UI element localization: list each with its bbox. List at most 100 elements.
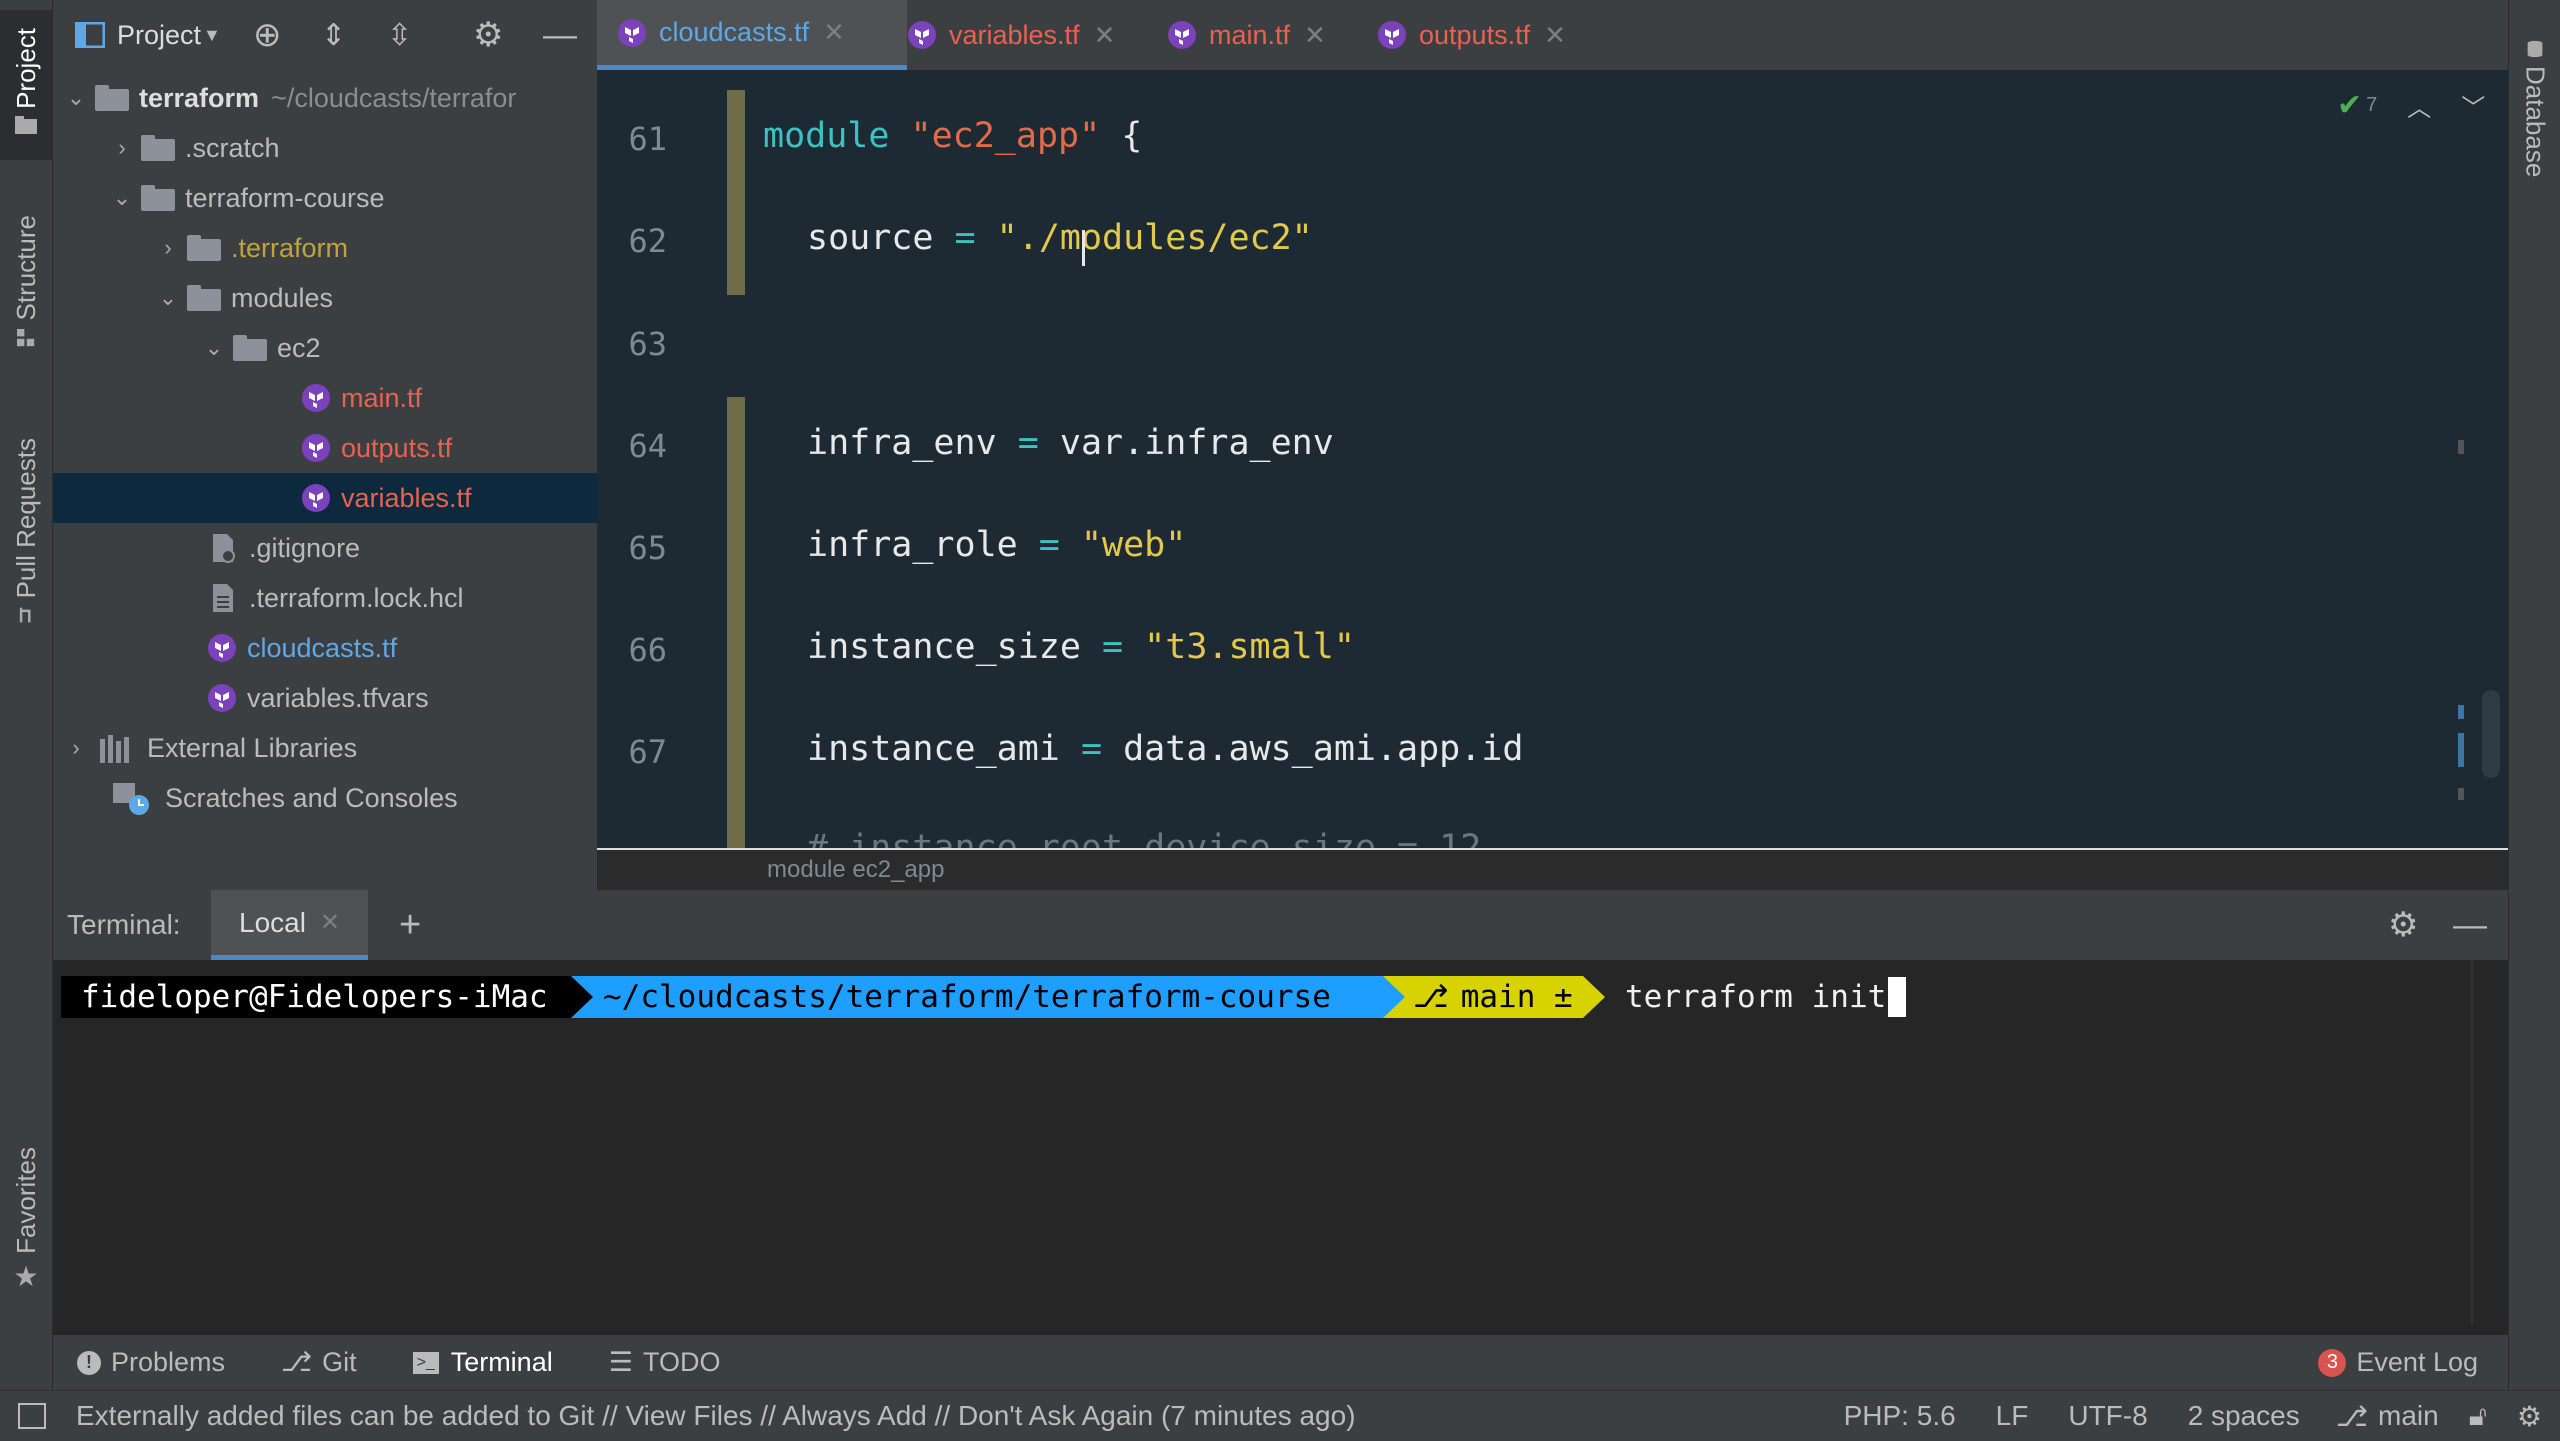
- expand-all-icon[interactable]: ⇕: [321, 18, 346, 53]
- settings-icon[interactable]: ⚙: [2517, 1400, 2542, 1433]
- code-editor[interactable]: ✔ 7 ︿ ﹀ 61 62 63 64 65 66 67 module "ec2…: [597, 70, 2508, 848]
- notification-badge: 3: [2318, 1348, 2347, 1377]
- chevron-down-icon[interactable]: ⌄: [155, 285, 181, 311]
- tree-item-cloudcasts-tf[interactable]: cloudcasts.tf: [53, 623, 597, 673]
- tree-item-dot-terraform[interactable]: › .terraform: [53, 223, 597, 273]
- tree-item-terraform[interactable]: ⌄ terraform ~/cloudcasts/terrafor: [53, 73, 597, 123]
- close-icon[interactable]: ✕: [823, 17, 845, 48]
- database-tool-tab[interactable]: Database: [2509, 15, 2560, 195]
- terraform-file-icon: [302, 384, 330, 412]
- file-encoding[interactable]: UTF-8: [2068, 1400, 2147, 1432]
- terminal-scrollbar[interactable]: [2471, 960, 2473, 1325]
- code-line-61: module "ec2_app" {: [763, 116, 1143, 156]
- tree-item-label: .scratch: [185, 132, 280, 163]
- lock-icon[interactable]: 🔓︎: [2469, 1400, 2487, 1433]
- editor-area: cloudcasts.tf ✕ variables.tf ✕ main.tf ✕…: [597, 0, 2508, 892]
- tree-item-scratch[interactable]: › .scratch: [53, 123, 597, 173]
- prompt-separator-icon: [1583, 976, 1605, 1018]
- panel-toggle-icon[interactable]: [18, 1403, 46, 1429]
- chevron-right-icon[interactable]: ›: [109, 135, 135, 161]
- tab-label: main.tf: [1209, 19, 1291, 50]
- tree-item-scratches[interactable]: Scratches and Consoles: [53, 773, 597, 823]
- gear-icon[interactable]: ⚙: [2388, 905, 2418, 945]
- structure-icon: [17, 328, 35, 346]
- status-message[interactable]: Externally added files can be added to G…: [76, 1400, 1356, 1432]
- branch-icon: ⎇: [281, 1347, 313, 1377]
- locate-icon[interactable]: ⊕: [253, 15, 282, 55]
- chevron-down-icon[interactable]: ⌄: [63, 85, 89, 111]
- scroll-marker: [2458, 788, 2464, 800]
- new-terminal-icon[interactable]: +: [399, 904, 421, 947]
- tool-label: TODO: [642, 1347, 721, 1377]
- line-number: 61: [628, 120, 667, 158]
- chevron-down-icon[interactable]: ⌄: [201, 335, 227, 361]
- chevron-up-icon[interactable]: ︿: [2407, 88, 2431, 123]
- tree-item-main-tf[interactable]: main.tf: [53, 373, 597, 423]
- collapse-all-icon[interactable]: ⇳: [387, 18, 412, 53]
- terminal-header: Terminal: Local ✕ + ⚙ —: [53, 890, 2508, 960]
- scroll-marker: [2458, 440, 2464, 454]
- chevron-right-icon[interactable]: ›: [63, 735, 89, 761]
- prompt-user-segment: fideloper@Fidelopers-iMac: [61, 976, 571, 1018]
- tab-main-tf[interactable]: main.tf ✕: [1167, 0, 1326, 70]
- tree-item-label: External Libraries: [147, 732, 358, 763]
- code-line-65: infra_role = "web": [807, 525, 1187, 565]
- chevron-right-icon[interactable]: ›: [155, 235, 181, 261]
- status-bar: Externally added files can be added to G…: [0, 1390, 2560, 1441]
- git-tool-button[interactable]: ⎇ Git: [281, 1347, 357, 1378]
- tree-item-label: ec2: [277, 332, 321, 363]
- tree-item-modules[interactable]: ⌄ modules: [53, 273, 597, 323]
- structure-tool-tab[interactable]: Structure: [0, 195, 52, 375]
- pull-requests-tool-tab[interactable]: Pull Requests: [0, 415, 52, 655]
- terminal-output[interactable]: fideloper@Fidelopers-iMac ~/cloudcasts/t…: [53, 960, 2508, 1335]
- line-number: 67: [628, 733, 667, 771]
- tab-cloudcasts-tf[interactable]: cloudcasts.tf ✕: [597, 0, 907, 70]
- close-icon[interactable]: ✕: [1094, 20, 1116, 51]
- tree-item-terraform-course[interactable]: ⌄ terraform-course: [53, 173, 597, 223]
- tool-label: Event Log: [2356, 1347, 2478, 1377]
- tree-item-variables-tf[interactable]: variables.tf: [53, 473, 597, 523]
- chevron-down-icon[interactable]: ⌄: [109, 185, 135, 211]
- problems-tool-button[interactable]: ! Problems: [77, 1347, 225, 1378]
- project-tool-label: Project: [10, 27, 41, 109]
- chevron-down-icon[interactable]: ﹀: [2461, 88, 2485, 123]
- project-view-selector[interactable]: Project: [117, 20, 201, 51]
- tree-item-variables-tfvars[interactable]: variables.tfvars: [53, 673, 597, 723]
- tab-outputs-tf[interactable]: outputs.tf ✕: [1377, 0, 1566, 70]
- tree-item-path: ~/cloudcasts/terrafor: [271, 82, 517, 113]
- libraries-icon: [100, 735, 129, 763]
- tab-terminal-local[interactable]: Local ✕: [211, 890, 369, 960]
- tree-item-outputs-tf[interactable]: outputs.tf: [53, 423, 597, 473]
- folder-icon: [141, 135, 175, 161]
- minimize-icon[interactable]: —: [2453, 906, 2487, 945]
- inspection-count: 7: [2366, 94, 2378, 116]
- tree-item-label: .terraform: [231, 232, 349, 263]
- favorites-tool-tab[interactable]: Favorites ★: [0, 1130, 52, 1310]
- close-icon[interactable]: ✕: [320, 908, 340, 937]
- tree-item-ec2[interactable]: ⌄ ec2: [53, 323, 597, 373]
- tree-item-external-libraries[interactable]: › External Libraries: [53, 723, 597, 773]
- line-separator[interactable]: LF: [1996, 1400, 2029, 1432]
- breadcrumb-item[interactable]: module ec2_app: [767, 856, 944, 884]
- terminal-tool-button[interactable]: >_ Terminal: [412, 1347, 553, 1378]
- event-log-tool-button[interactable]: 3 Event Log: [2318, 1347, 2478, 1378]
- chevron-down-icon[interactable]: ▼: [203, 25, 221, 46]
- close-icon[interactable]: ✕: [1544, 20, 1566, 51]
- terraform-file-icon: [208, 684, 236, 712]
- tree-item-gitignore[interactable]: .gitignore: [53, 523, 597, 573]
- tab-variables-tf[interactable]: variables.tf ✕: [907, 0, 1115, 70]
- project-panel-header: Project ▼ ⊕ ⇕ ⇳ ⚙ —: [53, 0, 597, 70]
- todo-tool-button[interactable]: ☰ TODO: [609, 1347, 721, 1378]
- favorites-tool-label: Favorites: [10, 1147, 41, 1254]
- tab-label: outputs.tf: [1419, 19, 1531, 50]
- editor-scrollbar-thumb[interactable]: [2482, 690, 2500, 778]
- inspection-widget[interactable]: ✔ 7 ︿ ﹀: [2337, 88, 2485, 123]
- php-level[interactable]: PHP: 5.6: [1844, 1400, 1956, 1432]
- close-icon[interactable]: ✕: [1304, 20, 1326, 51]
- minimize-icon[interactable]: —: [543, 16, 577, 55]
- project-tool-tab[interactable]: Project: [0, 10, 52, 160]
- gear-icon[interactable]: ⚙: [473, 15, 503, 55]
- git-branch[interactable]: main: [2378, 1400, 2439, 1432]
- tree-item-lock-hcl[interactable]: .terraform.lock.hcl: [53, 573, 597, 623]
- indent-setting[interactable]: 2 spaces: [2188, 1400, 2300, 1432]
